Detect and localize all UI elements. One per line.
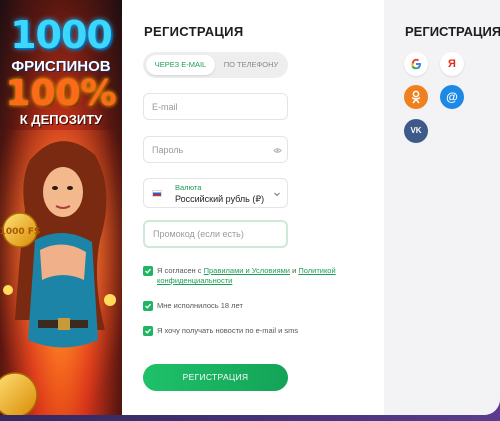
currency-select[interactable]: Валюта Российский рубль (₽)	[143, 178, 288, 208]
check-icon	[145, 303, 151, 309]
check-icon	[145, 328, 151, 334]
social-title: РЕГИСТРАЦИЯ	[405, 24, 500, 39]
odnoklassniki-icon	[411, 90, 421, 104]
promo-banner: 1000 ФРИСПИНОВ 100% К ДЕПОЗИТУ 1000 FS	[0, 0, 122, 415]
tab-email[interactable]: ЧЕРЕЗ E-MAIL	[146, 55, 215, 75]
mail-ru-login-button[interactable]: @	[440, 85, 464, 109]
promo-code-input[interactable]	[145, 222, 286, 246]
coin-label: 1000 FS	[0, 227, 40, 237]
google-icon	[411, 58, 421, 70]
registration-method-tabs: ЧЕРЕЗ E-MAIL ПО ТЕЛЕФОНУ	[143, 52, 288, 78]
promo-amount: 1000	[10, 13, 113, 57]
terms-checkbox[interactable]	[143, 266, 153, 276]
rules-link[interactable]: Правилами и Условиями	[204, 266, 290, 275]
promo-character-illustration: 1000 FS	[0, 130, 122, 415]
promo-deposit-label: К ДЕПОЗИТУ	[19, 112, 103, 127]
password-input[interactable]	[144, 137, 287, 162]
email-input[interactable]	[144, 94, 287, 119]
vk-icon: VK	[410, 126, 422, 135]
terms-text: Я согласен с Правилами и Условиями и Пол…	[157, 266, 336, 285]
newsletter-text: Я хочу получать новости по e-mail и sms	[157, 326, 299, 335]
check-icon	[145, 268, 151, 274]
promo-code-field	[143, 220, 288, 248]
odnoklassniki-login-button[interactable]	[404, 85, 428, 109]
email-field	[143, 93, 288, 120]
yandex-icon: Я	[448, 58, 456, 70]
age-text: Мне исполнилось 18 лет	[157, 301, 243, 310]
tab-phone[interactable]: ПО ТЕЛЕФОНУ	[217, 55, 285, 75]
vk-login-button[interactable]: VK	[404, 119, 428, 143]
age-checkbox[interactable]	[143, 301, 153, 311]
russia-flag-icon	[152, 190, 162, 197]
age-consent: Мне исполнилось 18 лет	[143, 301, 343, 313]
promo-percent: 100%	[5, 73, 117, 114]
yandex-login-button[interactable]: Я	[440, 52, 464, 76]
currency-label: Валюта	[175, 183, 202, 192]
chevron-down-icon	[274, 192, 280, 197]
eye-icon[interactable]	[273, 146, 282, 155]
newsletter-consent: Я хочу получать новости по e-mail и sms	[143, 326, 343, 338]
registration-modal: 1000 ФРИСПИНОВ 100% К ДЕПОЗИТУ 1000 FS Р…	[0, 0, 500, 415]
google-login-button[interactable]	[404, 52, 428, 76]
terms-consent: Я согласен с Правилами и Условиями и Пол…	[143, 266, 343, 286]
password-field	[143, 136, 288, 163]
newsletter-checkbox[interactable]	[143, 326, 153, 336]
mail-ru-icon: @	[446, 90, 458, 104]
social-registration-panel: РЕГИСТРАЦИЯ Я @ VK	[384, 0, 500, 415]
register-button[interactable]: РЕГИСТРАЦИЯ	[143, 364, 288, 391]
currency-value: Российский рубль (₽)	[175, 194, 265, 204]
form-title: РЕГИСТРАЦИЯ	[144, 24, 244, 39]
